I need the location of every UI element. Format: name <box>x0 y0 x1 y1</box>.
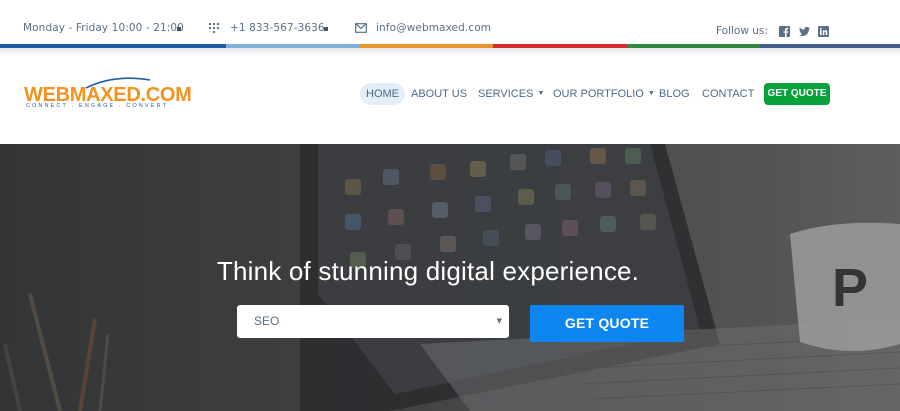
service-select[interactable]: SEO ▼ <box>237 305 509 338</box>
linkedin-icon[interactable] <box>818 26 829 37</box>
separator-square <box>324 27 328 31</box>
header-get-quote-button[interactable]: GET QUOTE <box>764 83 830 105</box>
service-select-value: SEO <box>254 314 280 328</box>
nav-services-label: SERVICES <box>478 88 534 100</box>
hero-banner: P Think of stunning digital experience. … <box>0 144 900 411</box>
caret-down-icon: ▼ <box>537 90 545 98</box>
phone-keypad-icon <box>209 23 219 33</box>
business-hours: Monday - Friday 10:00 - 21:00 <box>23 22 184 34</box>
nav-services[interactable]: SERVICES ▼ <box>478 83 544 105</box>
top-info-bar: Monday - Friday 10:00 - 21:00 +1 833-567… <box>0 0 900 44</box>
twitter-icon[interactable] <box>799 26 810 37</box>
nav-contact[interactable]: CONTACT <box>702 83 754 105</box>
phone-number[interactable]: +1 833-567-3636 <box>230 22 325 34</box>
envelope-icon <box>355 23 367 33</box>
nav-home[interactable]: HOME <box>360 83 405 105</box>
facebook-icon[interactable] <box>779 26 790 37</box>
hero-title: Think of stunning digital experience. <box>216 256 640 286</box>
dropdown-arrow-icon: ▼ <box>496 317 502 325</box>
site-logo[interactable]: WEBMAXED.COM CONNECT . ENGAGE . CONVERT <box>24 77 192 114</box>
separator-square <box>177 27 181 31</box>
email-address[interactable]: info@webmaxed.com <box>376 22 491 34</box>
hero-get-quote-button[interactable]: GET QUOTE <box>530 305 684 342</box>
nav-our-portfolio[interactable]: OUR PORTFOLIO ▼ <box>553 83 655 105</box>
follow-us-label: Follow us: <box>716 25 768 37</box>
caret-down-icon: ▼ <box>647 90 655 98</box>
nav-portfolio-label: OUR PORTFOLIO <box>553 88 644 100</box>
header-shadow <box>0 48 900 56</box>
nav-about-us[interactable]: ABOUT US <box>411 83 467 105</box>
nav-blog[interactable]: BLOG <box>659 83 690 105</box>
logo-tagline: CONNECT . ENGAGE . CONVERT <box>26 103 169 109</box>
